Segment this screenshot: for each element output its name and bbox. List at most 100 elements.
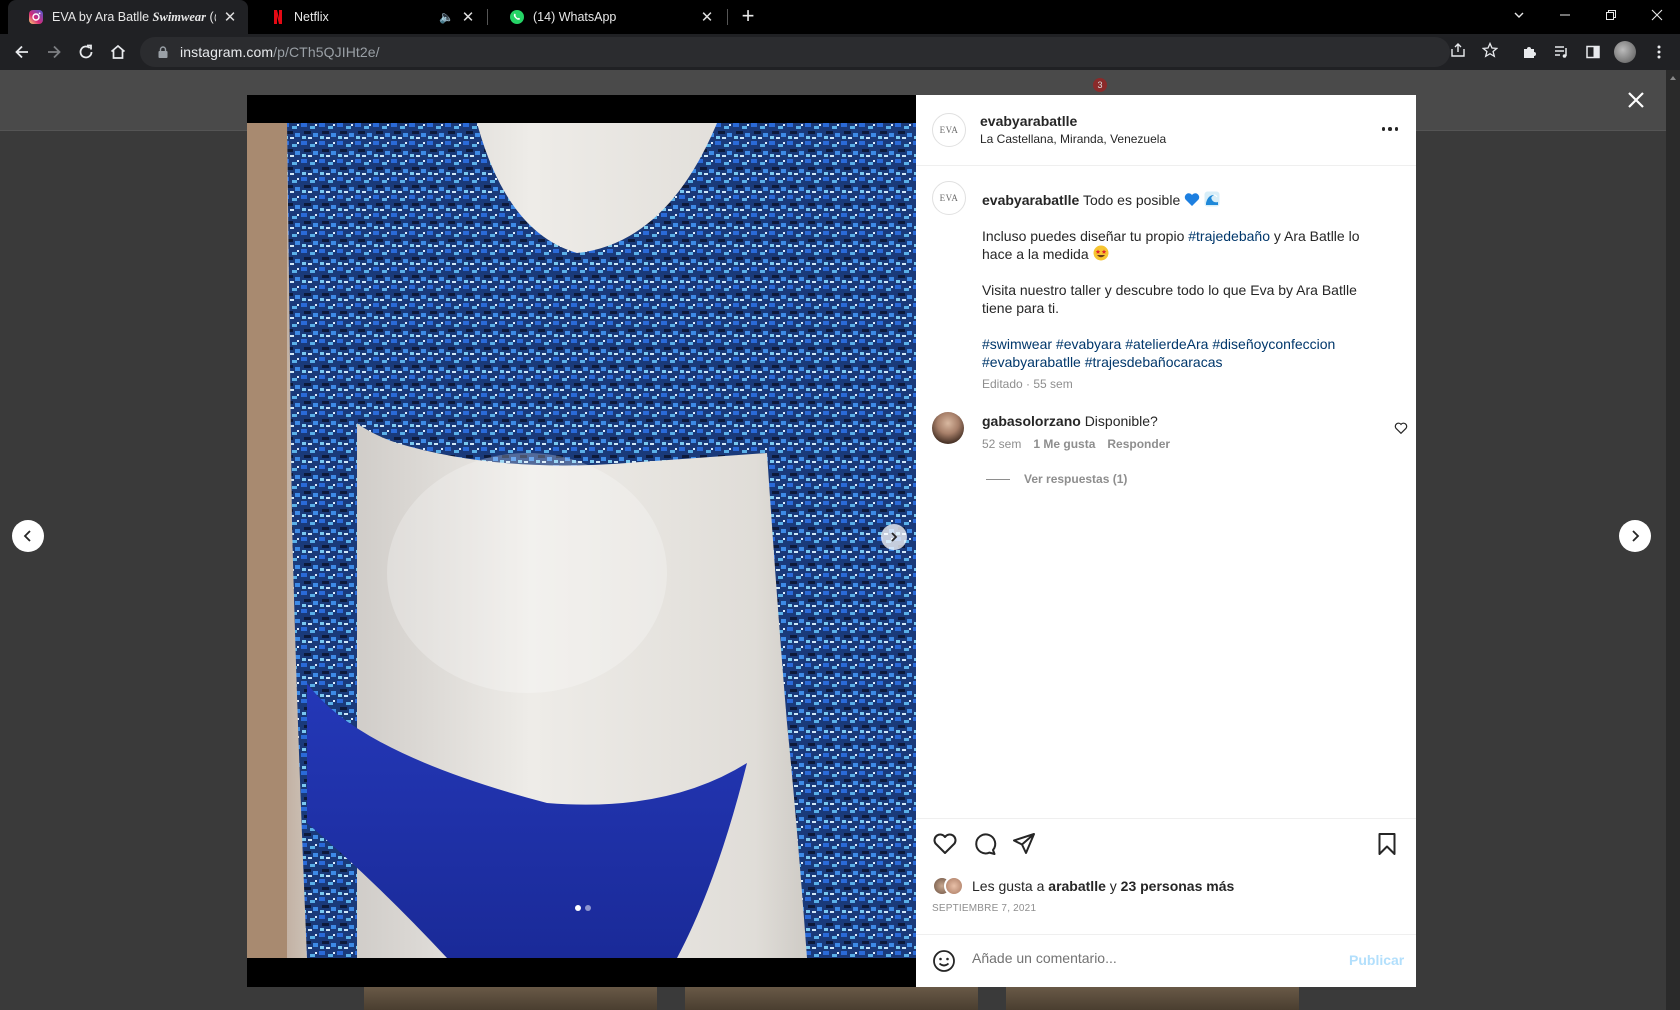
carousel-dot xyxy=(585,905,591,911)
comment-text: gabasolorzano Disponible? xyxy=(982,413,1158,429)
caption-text: Visita nuestro taller y descubre todo lo… xyxy=(982,282,1357,316)
back-arrow-icon xyxy=(15,45,28,59)
emoji-smile-icon[interactable] xyxy=(932,949,956,973)
mannequin-swimwear-image xyxy=(247,123,916,958)
chevron-right-icon xyxy=(891,532,898,542)
comment-input[interactable] xyxy=(972,950,1332,966)
close-icon xyxy=(1628,92,1644,108)
author-username[interactable]: evabyarabatlle xyxy=(980,113,1077,129)
next-image-button[interactable] xyxy=(881,524,907,550)
tab-close-icon[interactable]: ✕ xyxy=(699,8,715,26)
caption-avatar[interactable]: EVA xyxy=(932,181,966,215)
comment-like-heart-icon[interactable] xyxy=(1394,421,1408,435)
caption-username[interactable]: evabyarabatlle xyxy=(982,192,1079,208)
avatar-text: EVA xyxy=(939,125,959,135)
tab-title: EVA by Ara Batlle Swimwear (@ xyxy=(52,9,216,24)
commenter-avatar[interactable] xyxy=(932,412,964,444)
forward-button[interactable] xyxy=(40,38,68,66)
more-options-button[interactable] xyxy=(1378,123,1402,135)
tab-whatsapp[interactable]: (14) WhatsApp ✕ xyxy=(489,0,725,34)
hashtag-link[interactable]: #diseñoyconfeccion xyxy=(1212,336,1335,352)
add-comment-bar: Publicar xyxy=(916,934,1416,987)
post-location[interactable]: La Castellana, Miranda, Venezuela xyxy=(980,132,1166,146)
page-overlay: 3 EVA evabyarabatlle La Castellana, Mira… xyxy=(0,70,1680,1010)
chevron-right-icon xyxy=(1632,530,1640,542)
likes-prefix: Les gusta a xyxy=(972,878,1045,894)
comment-body: Disponible? xyxy=(1084,413,1158,429)
hashtag-link[interactable]: #swimwear xyxy=(982,336,1052,352)
replies-divider xyxy=(986,478,1010,480)
like-heart-icon[interactable] xyxy=(932,831,958,857)
tab-title: (14) WhatsApp xyxy=(533,10,617,24)
tab-instagram[interactable]: EVA by Ara Batlle Swimwear (@ ✕ xyxy=(8,0,248,34)
next-post-button[interactable] xyxy=(1619,520,1651,552)
comment-likes-link[interactable]: 1 Me gusta xyxy=(1033,437,1095,451)
reply-button[interactable]: Responder xyxy=(1107,437,1170,451)
grid-thumbnail xyxy=(1006,986,1299,1010)
tab-divider xyxy=(487,9,488,25)
bookmark-star-icon[interactable] xyxy=(1479,39,1501,61)
hashtag-link[interactable]: #trajesdebañocaracas xyxy=(1085,354,1223,370)
comment-meta: 52 sem 1 Me gusta Responder xyxy=(982,437,1170,451)
post-details-panel: EVA evabyarabatlle La Castellana, Mirand… xyxy=(916,95,1416,987)
tab-netflix[interactable]: Netflix 🔈 ✕ xyxy=(250,0,486,34)
liker-username[interactable]: arabatlle xyxy=(1048,878,1106,894)
hashtag-link[interactable]: #evabyara xyxy=(1056,336,1121,352)
instagram-icon xyxy=(29,10,43,24)
media-control-icon[interactable] xyxy=(1550,41,1572,63)
scroll-up-arrow-icon[interactable] xyxy=(1669,72,1677,84)
post-photo xyxy=(247,123,916,958)
caption-text: Incluso puedes diseñar tu propio xyxy=(982,228,1189,244)
likes-others-link[interactable]: 23 personas más xyxy=(1121,878,1235,894)
likes-summary: Les gusta a arabatlle y 23 personas más xyxy=(932,876,1234,896)
hashtag-link[interactable]: #evabyarabatlle xyxy=(982,354,1081,370)
caption-meta: Editado · 55 sem xyxy=(982,377,1073,391)
reload-button[interactable] xyxy=(72,38,100,66)
grid-thumbnail xyxy=(685,986,978,1010)
address-bar[interactable]: instagram.com/p/CTh5QJIHt2e/ xyxy=(140,37,1450,67)
share-icon[interactable] xyxy=(1447,39,1469,61)
minimize-button[interactable] xyxy=(1542,0,1588,30)
caption-first-line: Todo es posible xyxy=(1082,192,1181,208)
hashtag-link[interactable]: #trajedebaño xyxy=(1188,228,1270,244)
avatar-text: EVA xyxy=(939,193,959,203)
carousel-indicator xyxy=(575,905,591,911)
wave-icon xyxy=(1204,191,1220,207)
post-actions: Les gusta a arabatlle y 23 personas más … xyxy=(916,818,1416,928)
author-avatar[interactable]: EVA xyxy=(932,113,966,147)
publish-button[interactable]: Publicar xyxy=(1349,952,1404,968)
back-button[interactable] xyxy=(8,38,36,66)
liker-avatar[interactable] xyxy=(944,876,964,896)
lock-icon[interactable] xyxy=(156,45,170,59)
close-modal-button[interactable] xyxy=(1622,86,1650,114)
new-tab-button[interactable]: + xyxy=(736,5,760,29)
page-scrollbar[interactable] xyxy=(1666,70,1680,1010)
tab-search-chevron-icon[interactable] xyxy=(1496,0,1542,30)
star-struck-icon xyxy=(1093,245,1109,261)
whatsapp-icon xyxy=(510,10,524,24)
tab-close-icon[interactable]: ✕ xyxy=(460,8,476,26)
previous-post-button[interactable] xyxy=(12,520,44,552)
extensions-puzzle-icon[interactable] xyxy=(1518,41,1540,63)
profile-avatar[interactable] xyxy=(1614,41,1636,63)
speaker-muted-icon[interactable]: 🔈 xyxy=(439,10,454,24)
chevron-left-icon xyxy=(23,530,31,542)
browser-tabbar: EVA by Ara Batlle Swimwear (@ ✕ Netflix … xyxy=(0,0,1680,34)
view-replies-label: Ver respuestas (1) xyxy=(1024,472,1128,486)
restore-button[interactable] xyxy=(1588,0,1634,30)
view-replies-button[interactable]: Ver respuestas (1) xyxy=(986,472,1127,486)
comment-bubble-icon[interactable] xyxy=(972,831,998,857)
hashtag-link[interactable]: #atelierdeAra xyxy=(1125,336,1208,352)
tab-close-icon[interactable]: ✕ xyxy=(222,8,238,26)
close-window-button[interactable] xyxy=(1634,0,1680,30)
commenter-username[interactable]: gabasolorzano xyxy=(982,413,1081,429)
save-bookmark-icon[interactable] xyxy=(1374,831,1400,857)
share-paper-plane-icon[interactable] xyxy=(1011,831,1037,857)
browser-menu-icon[interactable] xyxy=(1648,41,1670,63)
home-button[interactable] xyxy=(104,38,132,66)
side-panel-icon[interactable] xyxy=(1582,41,1604,63)
url-text: instagram.com/p/CTh5QJIHt2e/ xyxy=(180,44,380,60)
tab-title: Netflix xyxy=(294,10,329,24)
reload-icon xyxy=(79,44,93,59)
comment-time: 52 sem xyxy=(982,437,1022,451)
